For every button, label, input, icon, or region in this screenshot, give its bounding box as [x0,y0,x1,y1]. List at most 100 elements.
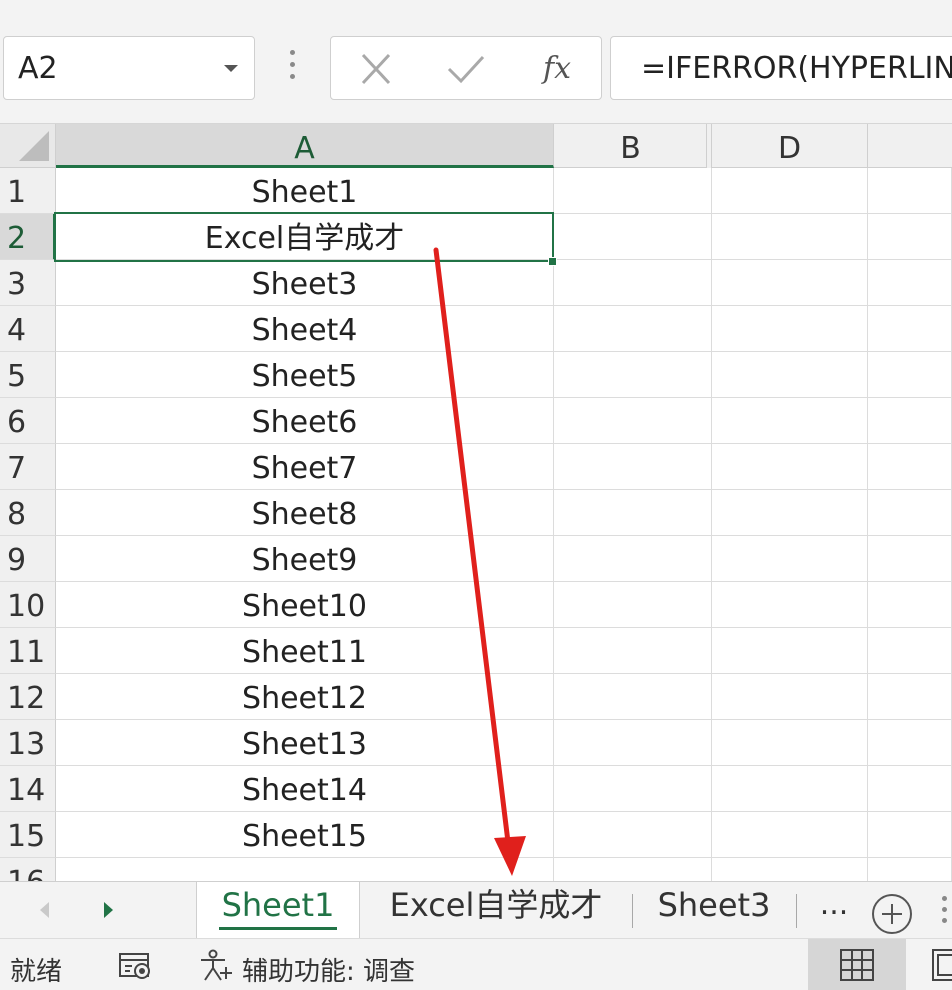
cell-a3[interactable]: Sheet3 [56,260,554,306]
cell-a15[interactable]: Sheet15 [56,812,554,858]
cell-a5[interactable]: Sheet5 [56,352,554,398]
name-box-value[interactable]: A2 [18,51,58,86]
column-header-e[interactable]: E [868,124,952,168]
insert-function-button[interactable]: fx [527,45,587,93]
cell-a14[interactable]: Sheet14 [56,766,554,812]
row-header-12[interactable]: 12 [0,674,56,720]
cell-d15[interactable] [712,812,868,858]
cell-e9[interactable] [868,536,952,582]
cell-b4[interactable] [554,306,712,352]
cell-d14[interactable] [712,766,868,812]
cell-a11[interactable]: Sheet11 [56,628,554,674]
cell-d10[interactable] [712,582,868,628]
cell-d6[interactable] [712,398,868,444]
cell-a4[interactable]: Sheet4 [56,306,554,352]
cell-e7[interactable] [868,444,952,490]
cell-b12[interactable] [554,674,712,720]
cell-e5[interactable] [868,352,952,398]
cell-a1[interactable]: Sheet1 [56,168,554,214]
cell-d16[interactable] [712,858,868,881]
cell-b7[interactable] [554,444,712,490]
row-header-15[interactable]: 15 [0,812,56,858]
scroll-left-icon[interactable] [40,902,49,918]
column-header-b[interactable]: B [554,124,708,168]
scroll-right-icon[interactable] [104,902,113,918]
row-header-10[interactable]: 10 [0,582,56,628]
row-header-9[interactable]: 9 [0,536,56,582]
cell-b11[interactable] [554,628,712,674]
checkmark-icon[interactable] [441,47,491,91]
cell-d13[interactable] [712,720,868,766]
row-header-16[interactable]: 16 [0,858,56,881]
column-header-a[interactable]: A [56,124,554,168]
row-header-4[interactable]: 4 [0,306,56,352]
sheet-tab-excel[interactable]: Excel自学成才 [372,882,620,938]
more-options-icon[interactable] [287,50,297,86]
grid-view-icon[interactable] [808,939,906,990]
row-header-5[interactable]: 5 [0,352,56,398]
row-header-3[interactable]: 3 [0,260,56,306]
cell-a8[interactable]: Sheet8 [56,490,554,536]
row-header-1[interactable]: 1 [0,168,56,214]
cell-b2[interactable] [554,214,712,260]
cell-e6[interactable] [868,398,952,444]
cell-e8[interactable] [868,490,952,536]
cell-e16[interactable] [868,858,952,881]
name-box[interactable]: A2 [3,36,255,100]
cell-d2[interactable] [712,214,868,260]
cell-e1[interactable] [868,168,952,214]
chevron-down-icon[interactable] [224,65,238,72]
cell-e13[interactable] [868,720,952,766]
cell-e12[interactable] [868,674,952,720]
cell-e14[interactable] [868,766,952,812]
row-header-14[interactable]: 14 [0,766,56,812]
formula-text[interactable]: =IFERROR(HYPERLIN [641,51,952,86]
sheet-tab-sheet3[interactable]: Sheet3 [644,882,784,938]
cell-e4[interactable] [868,306,952,352]
cell-a16[interactable] [56,858,554,881]
row-header-7[interactable]: 7 [0,444,56,490]
splitter-handle-icon[interactable] [942,896,950,926]
page-layout-icon[interactable] [932,949,952,981]
cell-e3[interactable] [868,260,952,306]
accessibility-status[interactable]: 辅助功能: 调查 [242,951,415,988]
cell-b8[interactable] [554,490,712,536]
cell-b16[interactable] [554,858,712,881]
cell-a10[interactable]: Sheet10 [56,582,554,628]
cell-d7[interactable] [712,444,868,490]
cell-b3[interactable] [554,260,712,306]
cell-a13[interactable]: Sheet13 [56,720,554,766]
cell-a12[interactable]: Sheet12 [56,674,554,720]
more-sheets-button[interactable]: ... [812,882,856,938]
plus-circle-icon[interactable] [872,894,912,934]
macro-record-icon[interactable] [118,951,154,981]
spreadsheet-grid[interactable]: A B D E 1Sheet12Excel自学成才3Sheet34Sheet45… [0,124,952,881]
cell-b1[interactable] [554,168,712,214]
row-header-2[interactable]: 2 [0,214,56,260]
cell-b14[interactable] [554,766,712,812]
cell-d9[interactable] [712,536,868,582]
accessibility-icon[interactable] [198,949,234,983]
cell-b6[interactable] [554,398,712,444]
cell-a7[interactable]: Sheet7 [56,444,554,490]
cell-d5[interactable] [712,352,868,398]
cell-d12[interactable] [712,674,868,720]
cell-b9[interactable] [554,536,712,582]
row-header-13[interactable]: 13 [0,720,56,766]
cell-b15[interactable] [554,812,712,858]
cell-d8[interactable] [712,490,868,536]
formula-input[interactable]: =IFERROR(HYPERLIN [610,36,952,100]
cell-d1[interactable] [712,168,868,214]
column-header-d[interactable]: D [712,124,868,168]
cell-b13[interactable] [554,720,712,766]
cell-e10[interactable] [868,582,952,628]
cell-a9[interactable]: Sheet9 [56,536,554,582]
cell-b5[interactable] [554,352,712,398]
cell-a6[interactable]: Sheet6 [56,398,554,444]
cell-b10[interactable] [554,582,712,628]
cell-a2[interactable]: Excel自学成才 [56,214,554,260]
cell-e11[interactable] [868,628,952,674]
row-header-6[interactable]: 6 [0,398,56,444]
row-header-8[interactable]: 8 [0,490,56,536]
fill-handle[interactable] [548,257,557,266]
